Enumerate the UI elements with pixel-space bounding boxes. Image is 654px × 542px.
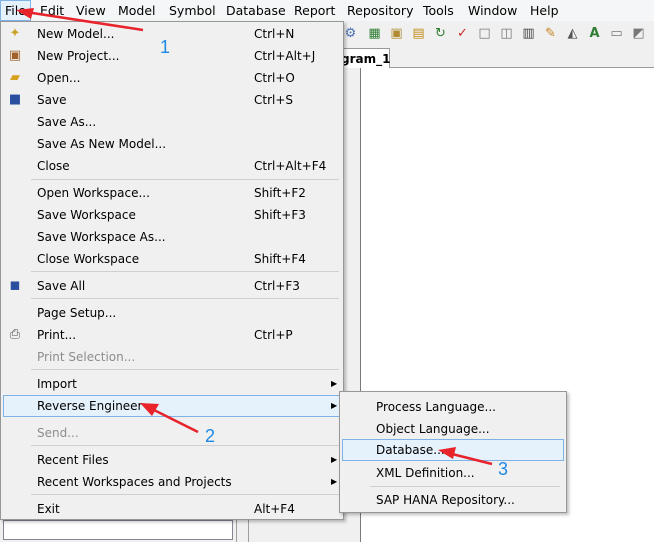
- annotation-arrow-2: [140, 403, 199, 434]
- annotation-number-3: 3: [498, 459, 509, 479]
- annotation-number-1: 1: [160, 37, 171, 57]
- annotation-overlay: [16, 8, 493, 466]
- annotation-arrow-1: [16, 8, 144, 32]
- annotation-arrow-3: [438, 447, 493, 466]
- annotation-number-2: 2: [205, 426, 216, 446]
